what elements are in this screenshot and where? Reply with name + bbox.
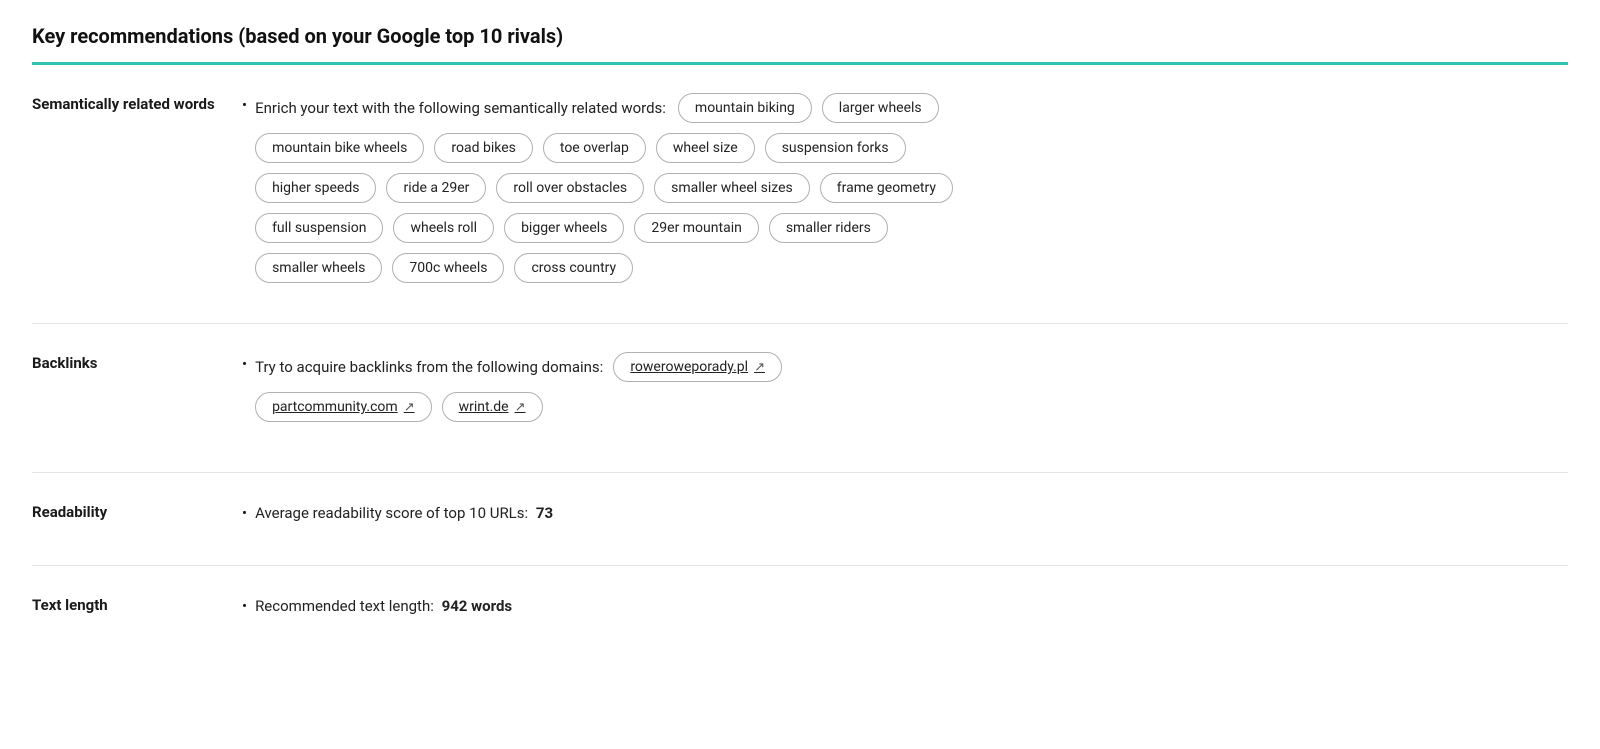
tags-row4: full suspension wheels roll bigger wheel… [255, 213, 953, 243]
tag-wheel-size[interactable]: wheel size [656, 133, 755, 163]
tag-bigger-wheels[interactable]: bigger wheels [504, 213, 624, 243]
domain-partcommunity-text: partcommunity.com [272, 399, 398, 415]
text-length-section: Text length • Recommended text length: 9… [32, 566, 1568, 658]
external-link-icon-2: ↗ [404, 400, 415, 415]
tag-toe-overlap[interactable]: toe overlap [543, 133, 646, 163]
tag-smaller-riders[interactable]: smaller riders [769, 213, 888, 243]
tag-700c-wheels[interactable]: 700c wheels [392, 253, 504, 283]
tags-row3: higher speeds ride a 29er roll over obst… [255, 173, 953, 203]
domain-partcommunity[interactable]: partcommunity.com ↗ [255, 392, 432, 422]
semantically-related-section: Semantically related words • Enrich your… [32, 65, 1568, 324]
tag-suspension-forks[interactable]: suspension forks [765, 133, 906, 163]
text-length-intro-row: • Recommended text length: 942 words [242, 594, 1568, 618]
readability-content: • Average readability score of top 10 UR… [242, 501, 1568, 537]
tag-cross-country[interactable]: cross country [514, 253, 633, 283]
bullet-icon: • [242, 93, 247, 117]
text-length-content: • Recommended text length: 942 words [242, 594, 1568, 630]
tag-mountain-biking[interactable]: mountain biking [678, 93, 812, 123]
backlinks-label: Backlinks [32, 352, 242, 372]
bullet-icon: • [242, 501, 247, 525]
semantically-related-content: • Enrich your text with the following se… [242, 93, 1568, 295]
backlinks-content: • Try to acquire backlinks from the foll… [242, 352, 1568, 444]
domain-roweroweporady[interactable]: roweroweporady.pl ↗ [613, 352, 782, 382]
tag-road-bikes[interactable]: road bikes [434, 133, 532, 163]
readability-value: 73 [536, 504, 553, 522]
semantically-related-intro-text: Enrich your text with the following sema… [255, 96, 666, 120]
external-link-icon-1: ↗ [754, 360, 765, 375]
semantically-related-label: Semantically related words [32, 93, 242, 113]
tag-ride-a-29er[interactable]: ride a 29er [386, 173, 486, 203]
text-length-value: 942 words [442, 597, 513, 615]
tag-smaller-wheel-sizes[interactable]: smaller wheel sizes [654, 173, 810, 203]
tag-roll-over-obstacles[interactable]: roll over obstacles [496, 173, 644, 203]
tag-frame-geometry[interactable]: frame geometry [820, 173, 953, 203]
readability-intro-row: • Average readability score of top 10 UR… [242, 501, 1568, 525]
semantically-related-intro-row: • Enrich your text with the following se… [242, 93, 1568, 283]
domain-roweroweporady-text: roweroweporady.pl [630, 359, 748, 375]
backlinks-first-line: Try to acquire backlinks from the follow… [255, 352, 782, 382]
bullet-icon: • [242, 594, 247, 618]
readability-label: Readability [32, 501, 242, 521]
tag-larger-wheels[interactable]: larger wheels [822, 93, 939, 123]
backlinks-intro-row: • Try to acquire backlinks from the foll… [242, 352, 1568, 432]
tag-higher-speeds[interactable]: higher speeds [255, 173, 376, 203]
readability-intro-label: Average readability score of top 10 URLs… [255, 504, 528, 522]
backlinks-section: Backlinks • Try to acquire backlinks fro… [32, 324, 1568, 473]
tag-mountain-bike-wheels[interactable]: mountain bike wheels [255, 133, 424, 163]
readability-section: Readability • Average readability score … [32, 473, 1568, 566]
external-link-icon-3: ↗ [515, 400, 526, 415]
tag-wheels-roll[interactable]: wheels roll [393, 213, 494, 243]
domain-wrint-text: wrint.de [459, 399, 509, 415]
tag-29er-mountain[interactable]: 29er mountain [634, 213, 758, 243]
intro-inline: Enrich your text with the following sema… [255, 93, 953, 123]
tags-row2: mountain bike wheels road bikes toe over… [255, 133, 953, 163]
backlinks-intro-text: Try to acquire backlinks from the follow… [255, 355, 603, 379]
tags-row5: smaller wheels 700c wheels cross country [255, 253, 953, 283]
readability-intro-text: Average readability score of top 10 URLs… [255, 501, 553, 525]
page-title: Key recommendations (based on your Googl… [32, 24, 1568, 65]
text-length-label: Text length [32, 594, 242, 614]
tag-smaller-wheels[interactable]: smaller wheels [255, 253, 382, 283]
backlinks-domains-row: partcommunity.com ↗ wrint.de ↗ [255, 392, 782, 422]
text-length-intro-text: Recommended text length: 942 words [255, 594, 512, 618]
text-length-intro-label: Recommended text length: [255, 597, 434, 615]
domain-wrint[interactable]: wrint.de ↗ [442, 392, 543, 422]
bullet-icon: • [242, 352, 247, 376]
tag-full-suspension[interactable]: full suspension [255, 213, 383, 243]
